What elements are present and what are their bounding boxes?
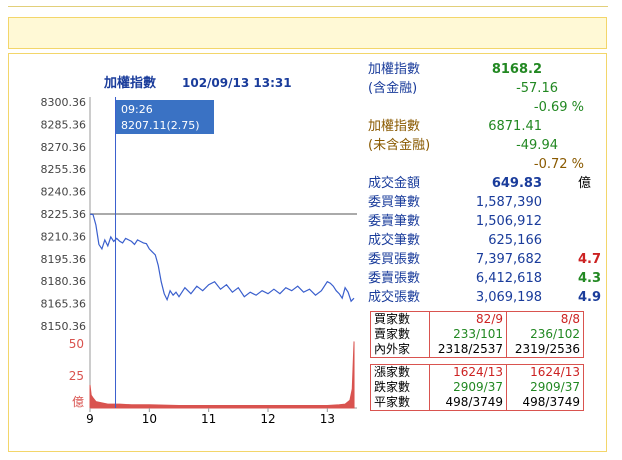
stat-value: 6,412,618 bbox=[475, 271, 542, 286]
tooltip-time: 09:26 bbox=[121, 103, 153, 116]
table-cell: 平家數 bbox=[374, 395, 411, 409]
x-tick-label: 10 bbox=[142, 412, 157, 426]
table-cell: 82/9 bbox=[429, 311, 507, 327]
table-row: 平家數 498/3749 498/3749 bbox=[371, 395, 584, 411]
y-tick-label: 8270.36 bbox=[41, 141, 87, 154]
up-down-table: 漲家數 1624/13 1624/13 跌家數 2909/37 2909/37 平家數 498… bbox=[370, 364, 584, 411]
y-tick-label: 8300.36 bbox=[41, 96, 87, 109]
stat-value: -57.16 bbox=[516, 81, 558, 96]
table-cell: 買家數 bbox=[374, 312, 411, 326]
stat-ratio: 4.7 bbox=[578, 252, 602, 267]
stat-row: 加權指數 6871.41 bbox=[362, 117, 598, 136]
stat-row: 成交筆數 625,166 bbox=[362, 231, 598, 250]
table-cell: 1624/13 bbox=[506, 364, 584, 380]
stat-row: 委賣張數 6,412,618 4.3 bbox=[362, 269, 602, 288]
table-cell: 233/101 bbox=[429, 327, 507, 342]
table-cell: 498/3749 bbox=[429, 395, 507, 411]
x-tick-label: 11 bbox=[201, 412, 216, 426]
stat-label: 加權指數 bbox=[368, 119, 421, 134]
table-cell: 2909/37 bbox=[506, 380, 584, 395]
stats-panel: 加權指數 8168.2 (含金融) -57.16 -0.69 % 加權指數 6871.41 (… bbox=[362, 60, 602, 307]
table-cell: 2318/2537 bbox=[429, 342, 507, 358]
table-cell: 2319/2536 bbox=[506, 342, 584, 358]
stat-value: 1,506,912 bbox=[475, 214, 542, 229]
table-row: 買家數 82/9 8/8 bbox=[371, 311, 584, 327]
stat-row: (含金融) -57.16 bbox=[362, 79, 598, 98]
stat-row: 委買張數 7,397,682 4.7 bbox=[362, 250, 602, 269]
table-cell: 2909/37 bbox=[429, 380, 507, 395]
table-row: 跌家數 2909/37 2909/37 bbox=[371, 380, 584, 395]
stat-label: 成交筆數 bbox=[368, 233, 421, 248]
volume-tick-label: 25 bbox=[69, 369, 84, 383]
tooltip-value: 8207.11(2.75) bbox=[121, 119, 200, 132]
buy-sell-table: 買家數 82/9 8/8 賣家數 233/101 236/102 內外家 2318/2537 2… bbox=[370, 311, 584, 358]
stat-row: 成交金額 649.83 億 bbox=[362, 174, 598, 193]
table-row: 內外家 2318/2537 2319/2536 bbox=[371, 342, 584, 358]
y-tick-label: 8195.36 bbox=[41, 253, 87, 266]
table-cell: 498/3749 bbox=[506, 395, 584, 411]
stat-label: 委買張數 bbox=[368, 252, 421, 267]
table-cell: 跌家數 bbox=[374, 380, 411, 394]
stat-row: -0.69 % bbox=[362, 98, 598, 117]
y-tick-label: 8210.36 bbox=[41, 230, 87, 243]
y-tick-label: 8225.36 bbox=[41, 208, 87, 221]
stat-row: 委賣筆數 1,506,912 bbox=[362, 212, 598, 231]
stat-label: 成交張數 bbox=[368, 290, 421, 305]
stat-value: 649.83 bbox=[491, 176, 542, 191]
stat-value: 1,587,390 bbox=[475, 195, 542, 210]
y-tick-label: 8240.36 bbox=[41, 186, 87, 199]
chart-datetime: 102/09/13 13:31 bbox=[182, 76, 292, 90]
stat-value: -0.72 % bbox=[533, 157, 584, 172]
x-tick-label: 13 bbox=[320, 412, 335, 426]
table-row: 賣家數 233/101 236/102 bbox=[371, 327, 584, 342]
stat-label: 委賣筆數 bbox=[368, 214, 421, 229]
stat-ratio: 4.9 bbox=[578, 290, 602, 305]
stat-label: 加權指數 bbox=[368, 62, 421, 77]
y-tick-label: 8180.36 bbox=[41, 275, 87, 288]
stat-label: 委賣張數 bbox=[368, 271, 421, 286]
stat-row: 委買筆數 1,587,390 bbox=[362, 193, 598, 212]
y-tick-label: 8255.36 bbox=[41, 163, 87, 176]
stat-ratio: 4.3 bbox=[578, 271, 602, 286]
stat-label: (未含金融) bbox=[368, 138, 431, 153]
index-line bbox=[89, 213, 355, 303]
stat-row: (未含金融) -49.94 bbox=[362, 136, 598, 155]
stat-row: 成交張數 3,069,198 4.9 bbox=[362, 288, 602, 307]
x-tick-label: 9 bbox=[86, 412, 94, 426]
stat-row: -0.72 % bbox=[362, 155, 598, 174]
table-cell: 漲家數 bbox=[374, 365, 411, 379]
stat-label: 成交金額 bbox=[368, 176, 421, 191]
stat-value: 7,397,682 bbox=[475, 252, 542, 267]
y-tick-label: 8285.36 bbox=[41, 118, 87, 131]
table-cell: 8/8 bbox=[506, 311, 584, 327]
stat-label: (含金融) bbox=[368, 81, 418, 96]
table-cell: 賣家數 bbox=[374, 327, 411, 341]
table-cell: 236/102 bbox=[506, 327, 584, 342]
y-tick-label: 8165.36 bbox=[41, 298, 87, 311]
stat-value: 8168.2 bbox=[491, 62, 542, 77]
stat-unit: 億 bbox=[578, 176, 592, 191]
volume-unit-label: 億 bbox=[72, 395, 84, 409]
stat-label: 委買筆數 bbox=[368, 195, 421, 210]
stat-value: -49.94 bbox=[516, 138, 558, 153]
table-cell: 1624/13 bbox=[429, 364, 507, 380]
stat-row: 加權指數 8168.2 bbox=[362, 60, 598, 79]
volume-tick-label: 50 bbox=[69, 337, 84, 351]
y-tick-label: 8150.36 bbox=[41, 320, 87, 333]
volume-bars bbox=[89, 341, 355, 409]
stat-value: 6871.41 bbox=[488, 119, 542, 134]
table-cell: 內外家 bbox=[374, 342, 411, 356]
x-tick-label: 12 bbox=[260, 412, 275, 426]
table-row: 漲家數 1624/13 1624/13 bbox=[371, 364, 584, 380]
stat-value: 625,166 bbox=[488, 233, 542, 248]
stat-value: -0.69 % bbox=[533, 100, 584, 115]
chart-title: 加權指數 bbox=[103, 75, 156, 91]
stat-value: 3,069,198 bbox=[475, 290, 542, 305]
